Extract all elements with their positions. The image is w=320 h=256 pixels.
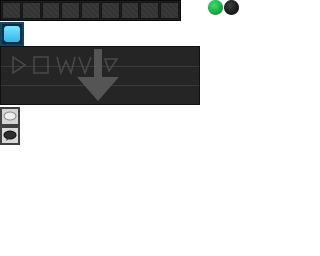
download-arrow-icon <box>77 49 119 101</box>
inventory-slot[interactable] <box>100 2 120 19</box>
inventory-slot[interactable] <box>140 2 160 19</box>
cyan-tool-icon <box>4 26 20 42</box>
palette-button-dark[interactable] <box>0 126 20 145</box>
dark-bubble-icon <box>3 130 17 141</box>
inventory-slot[interactable] <box>21 2 41 19</box>
wave-icon <box>78 56 92 76</box>
stop-icon <box>33 56 49 74</box>
status-light-inactive[interactable] <box>224 0 239 15</box>
inventory-slot-strip <box>0 0 181 21</box>
inventory-slot[interactable] <box>61 2 81 19</box>
cursor-icon <box>103 58 119 73</box>
light-bubble-icon <box>3 111 17 121</box>
status-light-active[interactable] <box>208 0 223 15</box>
panel-watermark <box>12 49 119 101</box>
play-icon <box>12 55 27 75</box>
inventory-slot[interactable] <box>160 2 180 19</box>
wave-icon <box>56 56 76 76</box>
editor-canvas <box>0 0 256 256</box>
inventory-slot[interactable] <box>81 2 100 19</box>
track-panel[interactable] <box>0 46 200 105</box>
inventory-slot[interactable] <box>120 2 140 19</box>
selected-tool-button[interactable] <box>0 22 24 46</box>
inventory-slot[interactable] <box>2 2 21 19</box>
palette-button-light[interactable] <box>0 107 20 126</box>
inventory-slot[interactable] <box>41 2 61 19</box>
